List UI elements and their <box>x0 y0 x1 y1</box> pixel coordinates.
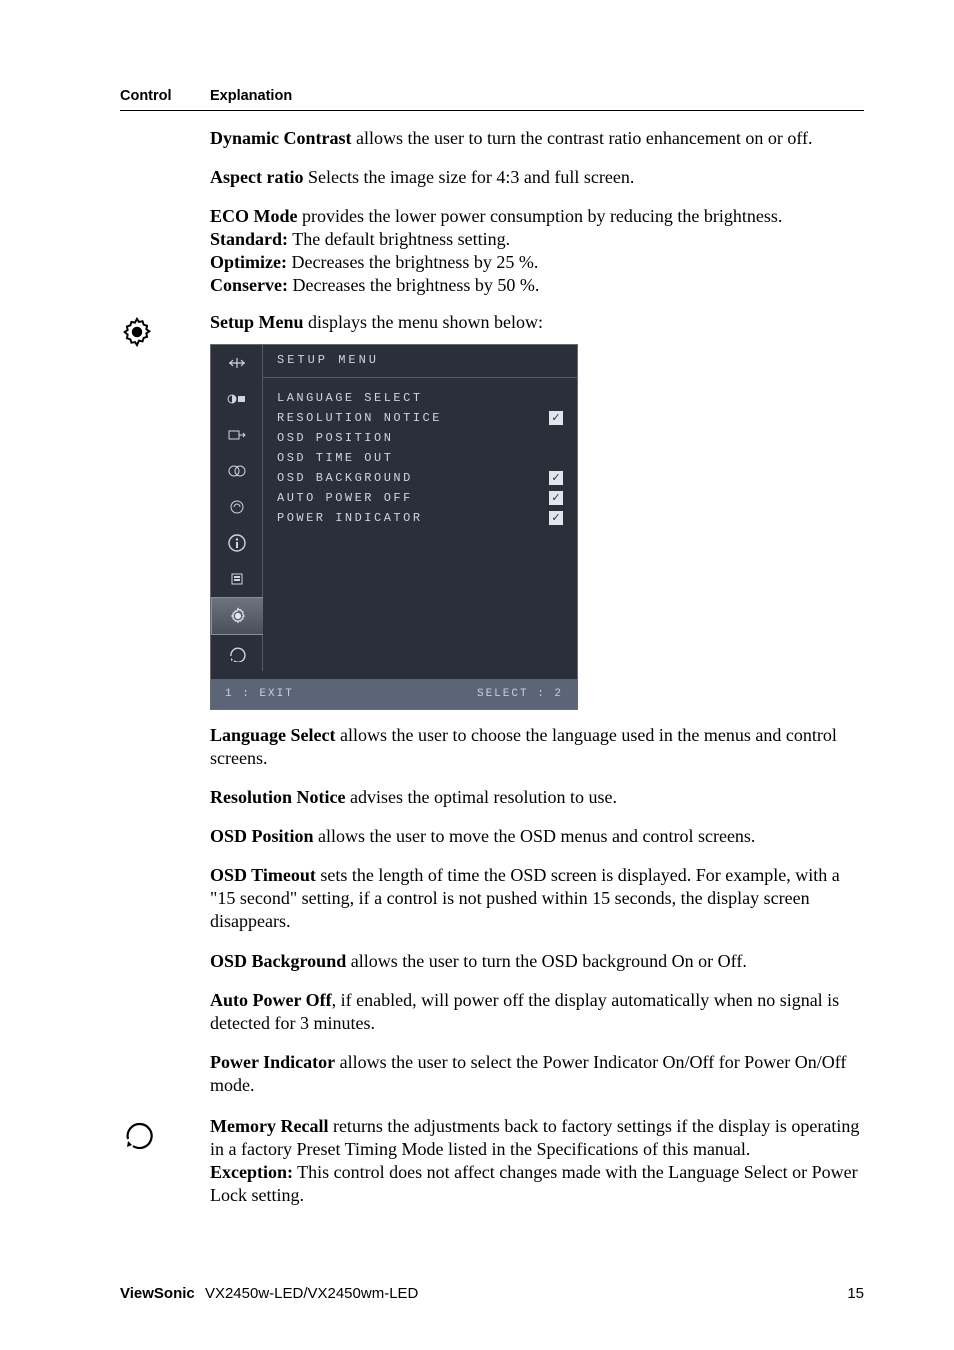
osd-side-color-icon <box>211 453 263 489</box>
osd-item-label: OSD TIME OUT <box>277 448 393 468</box>
osd-position-label: OSD Position <box>210 826 314 846</box>
page-number: 15 <box>847 1285 864 1302</box>
optimize-text: Decreases the brightness by 25 %. <box>287 252 538 272</box>
osd-side-manual-icon <box>211 561 263 597</box>
osd-item-label: OSD POSITION <box>277 428 393 448</box>
osd-screenshot: SETUP MENU LANGUAGE SELECT RESOLUTION NO… <box>210 344 578 710</box>
osd-side-setup-icon <box>211 597 263 635</box>
conserve-label: Conserve: <box>210 275 288 295</box>
exception-text: This control does not affect changes mad… <box>210 1162 858 1205</box>
osd-item-label: LANGUAGE SELECT <box>277 388 423 408</box>
osd-side-input-icon <box>211 417 263 453</box>
setup-menu-intro-text: displays the menu shown below: <box>304 312 543 332</box>
osd-item-label: AUTO POWER OFF <box>277 488 413 508</box>
osd-checkbox-icon: ✓ <box>549 411 563 425</box>
conserve-text: Decreases the brightness by 50 %. <box>288 275 539 295</box>
dynamic-contrast-label: Dynamic Contrast <box>210 128 352 148</box>
explanation-block-setup: Setup Menu displays the menu shown below… <box>210 311 864 1112</box>
language-select-label: Language Select <box>210 725 336 745</box>
osd-side-contrast-icon <box>211 381 263 417</box>
eco-label: ECO Mode <box>210 206 298 226</box>
osd-row: POWER INDICATOR ✓ <box>277 508 563 528</box>
header-explanation: Explanation <box>210 88 864 104</box>
optimize-label: Optimize: <box>210 252 287 272</box>
memory-recall-label: Memory Recall <box>210 1116 328 1136</box>
table-header: Control Explanation <box>120 88 864 111</box>
icon-cell-empty <box>120 127 210 297</box>
power-indicator-label: Power Indicator <box>210 1052 335 1072</box>
osd-title: SETUP MENU <box>263 345 577 377</box>
icon-cell-recall <box>120 1115 210 1207</box>
footer-brand: ViewSonic <box>120 1285 195 1302</box>
resolution-notice-text: advises the optimal resolution to use. <box>345 787 616 807</box>
explanation-block-misc: Dynamic Contrast allows the user to turn… <box>210 127 864 297</box>
osd-row: RESOLUTION NOTICE ✓ <box>277 408 563 428</box>
setup-menu-label: Setup Menu <box>210 312 304 332</box>
gear-icon <box>120 336 154 353</box>
aspect-ratio-label: Aspect ratio <box>210 167 303 187</box>
header-control: Control <box>120 88 210 104</box>
osd-row: AUTO POWER OFF ✓ <box>277 488 563 508</box>
osd-footer: 1 : EXIT SELECT : 2 <box>211 671 577 709</box>
osd-checkbox-icon: ✓ <box>549 491 563 505</box>
standard-label: Standard: <box>210 229 288 249</box>
osd-footer-left: 1 : EXIT <box>225 687 294 701</box>
recall-icon <box>120 1136 154 1153</box>
exception-label: Exception: <box>210 1162 293 1182</box>
footer-model: VX2450w-LED/VX2450wm-LED <box>205 1285 418 1302</box>
osd-row: OSD TIME OUT <box>277 448 563 468</box>
auto-power-off-label: Auto Power Off <box>210 990 332 1010</box>
page-footer: ViewSonic VX2450w-LED/VX2450wm-LED 15 <box>120 1285 864 1302</box>
osd-side-info-icon <box>211 525 263 561</box>
osd-sidebar <box>211 345 263 671</box>
osd-footer-right: SELECT : 2 <box>477 687 563 701</box>
osd-item-label: POWER INDICATOR <box>277 508 423 528</box>
osd-item-label: OSD BACKGROUND <box>277 468 413 488</box>
osd-position-text: allows the user to move the OSD menus an… <box>314 826 756 846</box>
osd-side-recall-icon <box>211 635 263 671</box>
osd-row: LANGUAGE SELECT <box>277 388 563 408</box>
osd-row: OSD BACKGROUND ✓ <box>277 468 563 488</box>
osd-timeout-label: OSD Timeout <box>210 865 316 885</box>
osd-background-label: OSD Background <box>210 951 346 971</box>
osd-checkbox-icon: ✓ <box>549 471 563 485</box>
osd-side-eco-icon <box>211 489 263 525</box>
osd-item-label: RESOLUTION NOTICE <box>277 408 442 428</box>
osd-row: OSD POSITION <box>277 428 563 448</box>
osd-side-adjust-icon <box>211 345 263 381</box>
standard-text: The default brightness setting. <box>288 229 510 249</box>
resolution-notice-label: Resolution Notice <box>210 787 345 807</box>
icon-cell-gear <box>120 311 210 1112</box>
explanation-block-memory: Memory Recall returns the adjustments ba… <box>210 1115 864 1207</box>
dynamic-contrast-text: allows the user to turn the contrast rat… <box>352 128 813 148</box>
eco-text: provides the lower power consumption by … <box>298 206 783 226</box>
aspect-ratio-text: Selects the image size for 4:3 and full … <box>303 167 634 187</box>
osd-background-text: allows the user to turn the OSD backgrou… <box>346 951 747 971</box>
osd-checkbox-icon: ✓ <box>549 511 563 525</box>
